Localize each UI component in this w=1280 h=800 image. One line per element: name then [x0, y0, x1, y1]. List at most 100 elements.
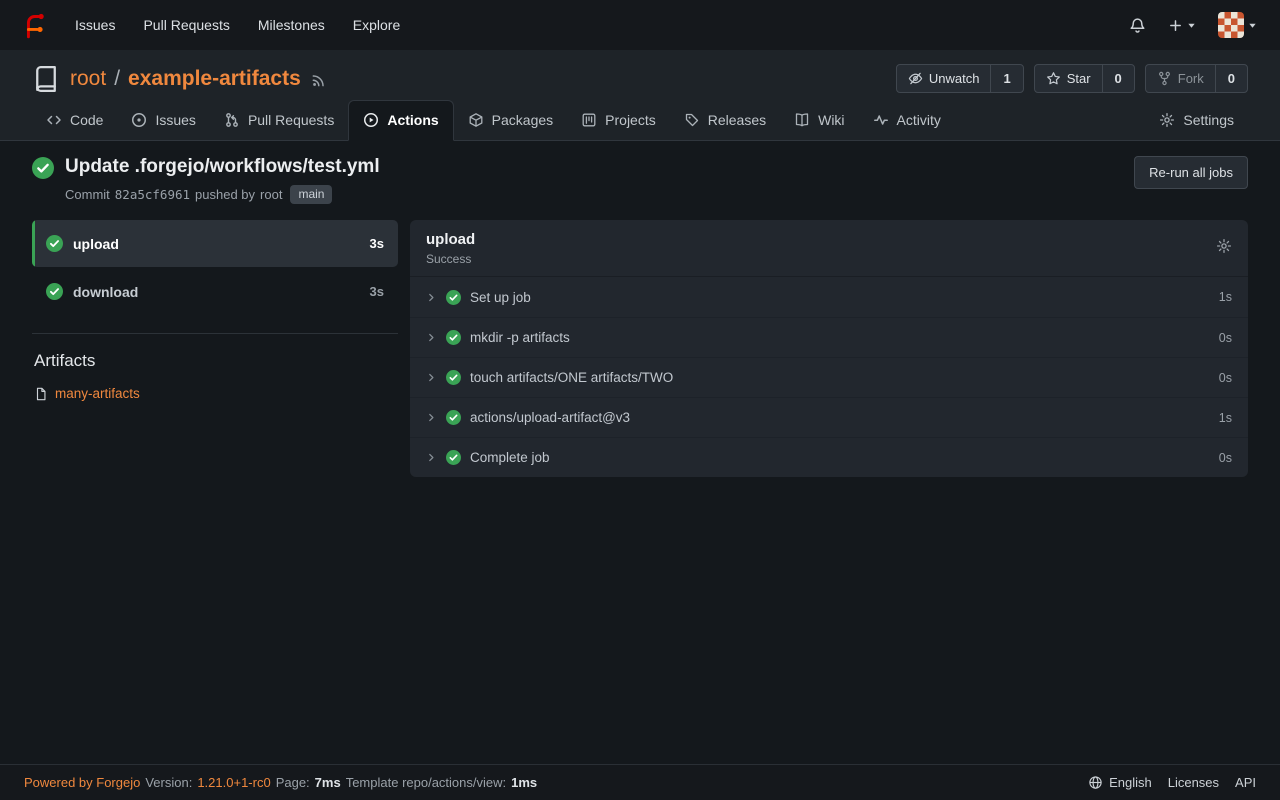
- nav-milestones[interactable]: Milestones: [244, 11, 339, 39]
- code-icon: [46, 112, 62, 128]
- page-time-label: Page:: [276, 775, 310, 790]
- plus-icon: [1168, 18, 1183, 33]
- tab-pull-requests[interactable]: Pull Requests: [210, 101, 348, 140]
- file-icon: [34, 387, 48, 401]
- chevron-right-icon: [426, 412, 437, 423]
- tab-label: Releases: [708, 112, 766, 128]
- tab-activity[interactable]: Activity: [859, 101, 955, 140]
- run-header-left: Update .forgejo/workflows/test.yml Commi…: [32, 156, 380, 204]
- package-icon: [468, 112, 484, 128]
- tab-label: Wiki: [818, 112, 844, 128]
- tab-packages[interactable]: Packages: [454, 101, 567, 140]
- pull-request-icon: [224, 112, 240, 128]
- main-nav: Issues Pull Requests Milestones Explore: [61, 11, 414, 39]
- sidebar-divider: [32, 333, 398, 334]
- repo-owner-link[interactable]: root: [70, 67, 106, 91]
- run-status-success-icon: [32, 157, 54, 204]
- nav-issues[interactable]: Issues: [61, 11, 129, 39]
- repo-tabs: Code Issues Pull Requests Actions: [0, 100, 1280, 141]
- artifact-item: many-artifacts: [32, 386, 398, 401]
- footer-right: English Licenses API: [1088, 775, 1256, 790]
- job-steps-titles: upload Success: [426, 231, 475, 266]
- tab-issues[interactable]: Issues: [117, 101, 209, 140]
- job-name: upload: [73, 236, 119, 252]
- job-duration: 3s: [370, 284, 384, 299]
- step-name: mkdir -p artifacts: [470, 330, 570, 345]
- licenses-link[interactable]: Licenses: [1168, 775, 1219, 790]
- tab-label: Projects: [605, 112, 656, 128]
- tab-settings[interactable]: Settings: [1145, 101, 1248, 140]
- check-circle-icon: [46, 235, 63, 252]
- step-duration: 1s: [1219, 411, 1232, 425]
- step-duration: 0s: [1219, 371, 1232, 385]
- watch-button-group: Unwatch 1: [896, 64, 1024, 93]
- actions-run-page: Update .forgejo/workflows/test.yml Commi…: [0, 141, 1280, 477]
- watchers-count[interactable]: 1: [990, 65, 1022, 92]
- language-selector[interactable]: English: [1088, 775, 1152, 790]
- check-circle-icon: [46, 283, 63, 300]
- fork-label: Fork: [1178, 71, 1204, 86]
- tab-code[interactable]: Code: [32, 101, 117, 140]
- tag-icon: [684, 112, 700, 128]
- step-duration: 1s: [1219, 290, 1232, 304]
- tab-actions[interactable]: Actions: [348, 100, 453, 141]
- step-row[interactable]: actions/upload-artifact@v3 1s: [410, 397, 1248, 437]
- commit-label: Commit: [65, 187, 110, 202]
- chevron-down-icon: [1248, 21, 1257, 30]
- unwatch-button[interactable]: Unwatch: [897, 65, 991, 92]
- tab-label: Code: [70, 112, 103, 128]
- job-row-upload[interactable]: upload 3s: [32, 220, 398, 267]
- globe-icon: [1088, 775, 1103, 790]
- rss-feed-icon[interactable]: [311, 73, 326, 88]
- step-row[interactable]: Set up job 1s: [410, 277, 1248, 317]
- job-steps-header: upload Success: [410, 220, 1248, 277]
- book-icon: [794, 112, 810, 128]
- tab-wiki[interactable]: Wiki: [780, 101, 858, 140]
- forks-count[interactable]: 0: [1215, 65, 1247, 92]
- forgejo-logo[interactable]: [20, 12, 47, 39]
- chevron-down-icon: [1187, 21, 1196, 30]
- tab-label: Settings: [1183, 112, 1234, 128]
- repo-title-row: root / example-artifacts: [32, 64, 1248, 93]
- nav-explore[interactable]: Explore: [339, 11, 414, 39]
- nav-pull-requests[interactable]: Pull Requests: [129, 11, 243, 39]
- tab-projects[interactable]: Projects: [567, 101, 670, 140]
- notifications-button[interactable]: [1120, 11, 1155, 40]
- page-footer: Powered by Forgejo Version: 1.21.0+1-rc0…: [0, 764, 1280, 800]
- run-header: Update .forgejo/workflows/test.yml Commi…: [32, 156, 1248, 204]
- forgejo-logo-icon: [20, 12, 47, 39]
- star-button[interactable]: Star: [1035, 65, 1102, 92]
- step-row[interactable]: mkdir -p artifacts 0s: [410, 317, 1248, 357]
- branch-badge[interactable]: main: [290, 185, 332, 204]
- pusher-link[interactable]: root: [260, 187, 282, 202]
- job-options-button[interactable]: [1216, 231, 1232, 254]
- step-duration: 0s: [1219, 451, 1232, 465]
- version-label: Version:: [145, 775, 192, 790]
- play-circle-icon: [363, 112, 379, 128]
- artifact-download-link[interactable]: many-artifacts: [55, 386, 140, 401]
- user-menu-button[interactable]: [1209, 6, 1266, 44]
- create-new-button[interactable]: [1159, 12, 1205, 39]
- api-link[interactable]: API: [1235, 775, 1256, 790]
- repo-name-link[interactable]: example-artifacts: [128, 67, 301, 91]
- fork-button-group: Fork 0: [1145, 64, 1248, 93]
- user-avatar: [1218, 12, 1244, 38]
- fork-button[interactable]: Fork: [1146, 65, 1215, 92]
- step-row[interactable]: touch artifacts/ONE artifacts/TWO 0s: [410, 357, 1248, 397]
- powered-by-link[interactable]: Powered by Forgejo: [24, 775, 140, 790]
- chevron-right-icon: [426, 372, 437, 383]
- check-circle-icon: [446, 410, 461, 425]
- commit-sha-link[interactable]: 82a5cf6961: [115, 187, 190, 202]
- check-circle-icon: [446, 370, 461, 385]
- step-row[interactable]: Complete job 0s: [410, 437, 1248, 477]
- language-label: English: [1109, 775, 1152, 790]
- run-subtitle: Commit 82a5cf6961 pushed by root main: [65, 185, 380, 204]
- stars-count[interactable]: 0: [1102, 65, 1134, 92]
- job-row-download[interactable]: download 3s: [32, 268, 398, 315]
- rerun-all-jobs-button[interactable]: Re-run all jobs: [1134, 156, 1248, 189]
- tab-releases[interactable]: Releases: [670, 101, 780, 140]
- footer-left: Powered by Forgejo Version: 1.21.0+1-rc0…: [24, 775, 537, 790]
- version-link[interactable]: 1.21.0+1-rc0: [197, 775, 270, 790]
- run-columns: upload 3s download 3s Artifacts many-art…: [32, 220, 1248, 477]
- issue-circle-icon: [131, 112, 147, 128]
